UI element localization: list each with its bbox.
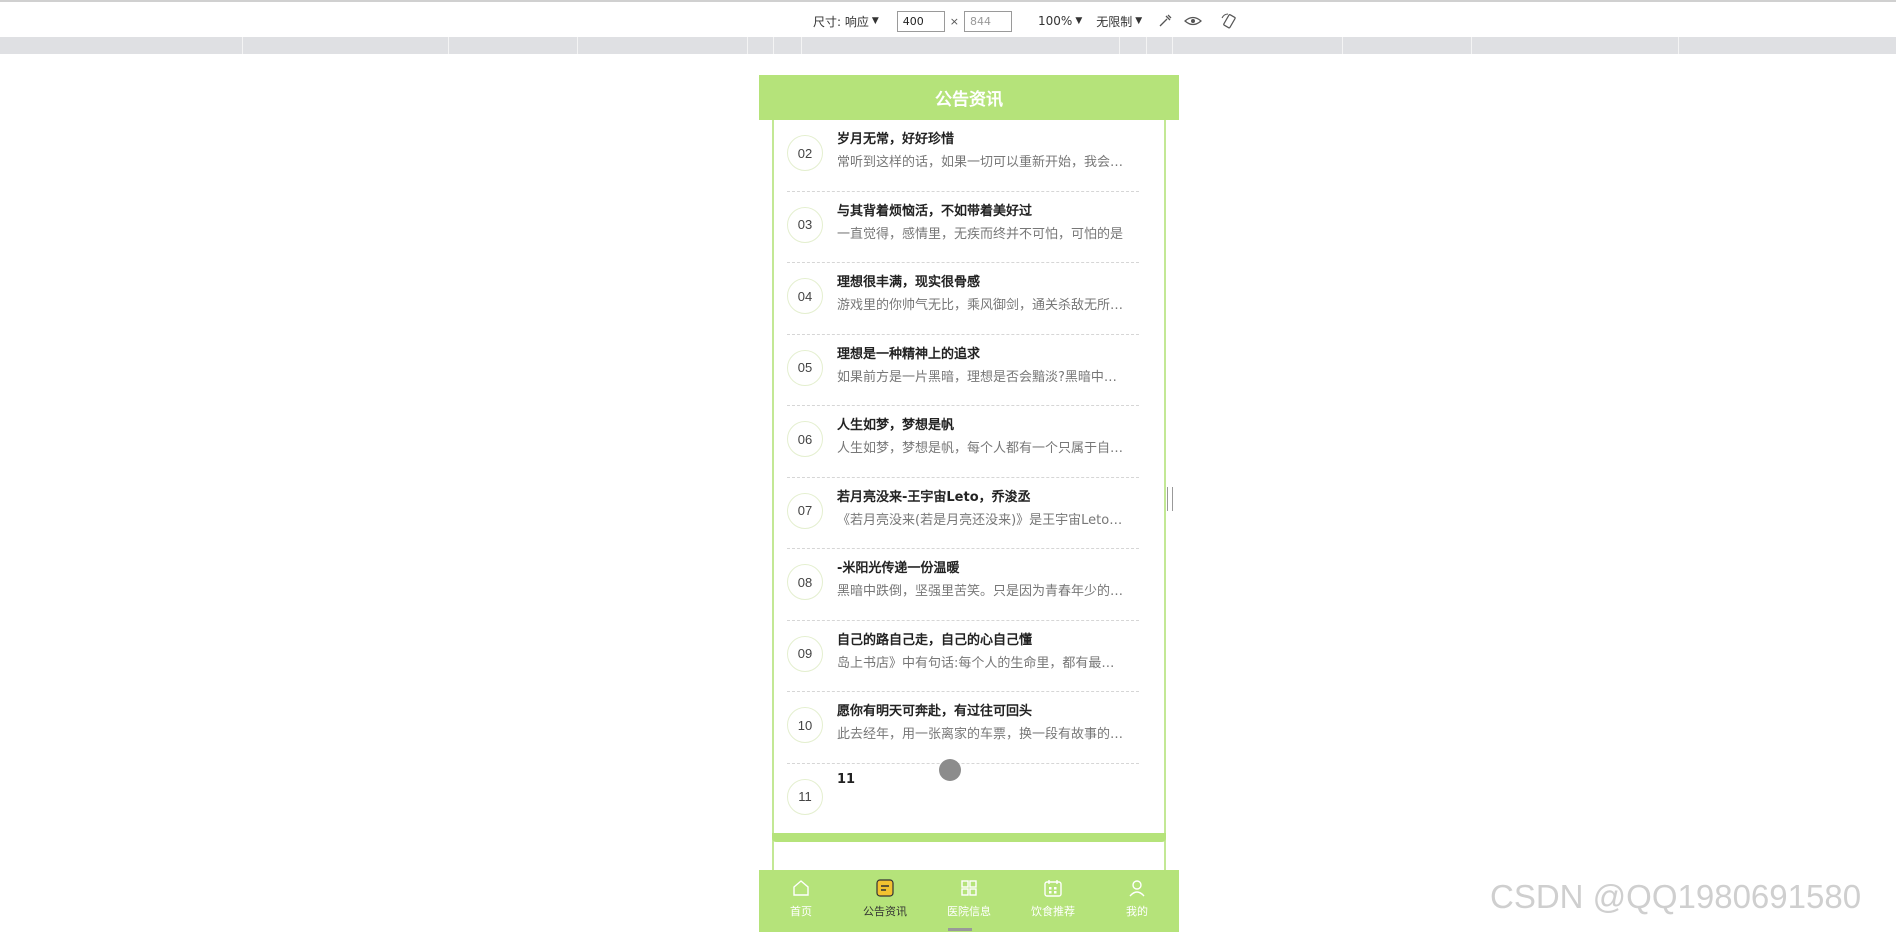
touch-cursor bbox=[939, 759, 961, 781]
list-item[interactable]: 02 岁月无常，好好珍惜常听到这样的话，如果一切可以重新开始，我会如何如何 bbox=[787, 120, 1139, 192]
home-icon bbox=[790, 877, 812, 899]
item-number: 04 bbox=[787, 278, 823, 314]
devtools-toolbar: 尺寸: 响应 ▼ × 100% ▼ 无限制 ▼ bbox=[0, 0, 1896, 37]
item-summary: 人生如梦，梦想是帆，每个人都有一个只属于自己的梦 bbox=[837, 441, 1125, 456]
item-summary: 岛上书店》中有句话:每个人的生命里，都有最艰难的一年 bbox=[837, 655, 1125, 671]
caret-down-icon: ▼ bbox=[1135, 16, 1143, 26]
item-title: 若月亮没来-王宇宙Leto，乔浚丞 bbox=[837, 489, 1031, 505]
item-summary: 此去经年，用一张离家的车票，换一段有故事的旅程 bbox=[837, 727, 1125, 742]
item-number: 09 bbox=[787, 635, 823, 672]
tab-3[interactable]: 医院信息 bbox=[927, 870, 1011, 932]
zoom-label: 100% bbox=[1038, 14, 1073, 28]
item-title: 11 bbox=[837, 771, 856, 787]
tab-5[interactable]: 我的 bbox=[1095, 870, 1179, 932]
item-summary: 《若月亮没来(若是月亮还没来)》是王宇宙Leto的歌曲 bbox=[837, 512, 1125, 528]
media-query-ruler bbox=[0, 37, 1896, 54]
item-summary: 一直觉得，感情里，无疾而终并不可怕，可怕的是 bbox=[837, 226, 1124, 242]
eyedropper-icon[interactable] bbox=[1156, 12, 1174, 30]
item-title: 自己的路自己走，自己的心自己懂 bbox=[837, 632, 1033, 648]
item-number: 02 bbox=[787, 135, 823, 171]
item-number: 10 bbox=[787, 707, 823, 743]
item-title: 理想很丰满，现实很骨感 bbox=[837, 275, 981, 290]
item-title: 愿你有明天可奔赴，有过往可回头 bbox=[837, 704, 1033, 719]
item-title: -米阳光传递一份温暖 bbox=[837, 561, 960, 576]
dimensions-dropdown[interactable]: 尺寸: 响应 ▼ bbox=[813, 13, 879, 30]
list-item[interactable]: 05 理想是一种精神上的追求如果前方是一片黑暗，理想是否会黯淡?黑暗中的理想 bbox=[787, 335, 1139, 406]
card-bottom-bar bbox=[772, 833, 1166, 842]
item-summary: 常听到这样的话，如果一切可以重新开始，我会如何如何 bbox=[837, 155, 1125, 170]
rotate-icon[interactable] bbox=[1220, 12, 1238, 30]
list-item[interactable]: 07 若月亮没来-王宇宙Leto，乔浚丞《若月亮没来(若是月亮还没来)》是王宇宙L… bbox=[787, 478, 1139, 549]
tab-1[interactable]: 首页 bbox=[759, 870, 843, 932]
item-title: 与其背着烦恼活，不如带着美好过 bbox=[837, 203, 1033, 219]
item-number: 07 bbox=[787, 492, 823, 529]
calendar-icon bbox=[1042, 877, 1064, 899]
notice-list: 02 岁月无常，好好珍惜常听到这样的话，如果一切可以重新开始，我会如何如何 03 与其… bbox=[787, 120, 1139, 835]
zoom-dropdown[interactable]: 100% ▼ bbox=[1038, 14, 1082, 28]
throttle-label: 无限制 bbox=[1096, 14, 1133, 29]
tab-label: 饮食推荐 bbox=[1031, 905, 1075, 918]
tab-label: 医院信息 bbox=[947, 905, 991, 918]
list-item[interactable]: 10 愿你有明天可奔赴，有过往可回头此去经年，用一张离家的车票，换一段有故事的旅程 bbox=[787, 692, 1139, 764]
tab-4[interactable]: 饮食推荐 bbox=[1011, 870, 1095, 932]
viewport-resize-handle[interactable] bbox=[1167, 487, 1173, 511]
caret-down-icon: ▼ bbox=[1075, 16, 1083, 26]
tab-label: 公告资讯 bbox=[863, 905, 907, 918]
item-number: 03 bbox=[787, 206, 823, 243]
times-separator: × bbox=[949, 14, 959, 28]
item-summary: 如果前方是一片黑暗，理想是否会黯淡?黑暗中的理想 bbox=[837, 369, 1125, 385]
item-number: 11 bbox=[787, 778, 823, 815]
item-title: 岁月无常，好好珍惜 bbox=[837, 132, 955, 147]
list-item[interactable]: 09 自己的路自己走，自己的心自己懂岛上书店》中有句话:每个人的生命里，都有最艰难… bbox=[787, 621, 1139, 692]
user-icon bbox=[1126, 877, 1148, 899]
item-number: 08 bbox=[787, 564, 823, 600]
list-item[interactable]: 03 与其背着烦恼活，不如带着美好过一直觉得，感情里，无疾而终并不可怕，可怕的是 bbox=[787, 192, 1139, 263]
item-title: 理想是一种精神上的追求 bbox=[837, 346, 981, 362]
tab-label: 首页 bbox=[790, 905, 812, 918]
grid-icon bbox=[958, 877, 980, 899]
item-number: 05 bbox=[787, 349, 823, 386]
item-number: 06 bbox=[787, 421, 823, 457]
bottom-tab-bar: 首页 公告资讯 医院信息 饮食推荐 我的 bbox=[759, 870, 1179, 932]
notice-icon bbox=[874, 877, 896, 899]
tab-label: 我的 bbox=[1126, 905, 1148, 918]
list-item[interactable]: 11 11 bbox=[787, 764, 1139, 835]
viewport-bottom-handle[interactable] bbox=[948, 928, 972, 931]
item-summary: 黑暗中跌倒，坚强里苦笑。只是因为青春年少的我们 bbox=[837, 584, 1125, 599]
item-summary: 游戏里的你帅气无比，乘风御剑，通关杀敌无所不能 bbox=[837, 298, 1125, 313]
page-title: 公告资讯 bbox=[759, 75, 1179, 120]
list-item[interactable]: 08 -米阳光传递一份温暖黑暗中跌倒，坚强里苦笑。只是因为青春年少的我们 bbox=[787, 549, 1139, 621]
caret-down-icon: ▼ bbox=[871, 16, 879, 26]
watermark: CSDN @QQ1980691580 bbox=[1490, 878, 1862, 915]
width-input[interactable] bbox=[896, 10, 945, 32]
dimensions-label: 尺寸: 响应 bbox=[813, 14, 869, 29]
tab-2[interactable]: 公告资讯 bbox=[843, 870, 927, 932]
height-input[interactable] bbox=[964, 10, 1012, 32]
notice-list-card: 02 岁月无常，好好珍惜常听到这样的话，如果一切可以重新开始，我会如何如何 03 与其… bbox=[772, 120, 1166, 912]
eye-icon[interactable] bbox=[1184, 12, 1203, 30]
device-viewport: 公告资讯 02 岁月无常，好好珍惜常听到这样的话，如果一切可以重新开始，我会如何如… bbox=[759, 75, 1179, 932]
throttle-dropdown[interactable]: 无限制 ▼ bbox=[1096, 13, 1142, 30]
list-item[interactable]: 04 理想很丰满，现实很骨感游戏里的你帅气无比，乘风御剑，通关杀敌无所不能 bbox=[787, 263, 1139, 335]
list-item[interactable]: 06 人生如梦，梦想是帆人生如梦，梦想是帆，每个人都有一个只属于自己的梦 bbox=[787, 406, 1139, 478]
item-title: 人生如梦，梦想是帆 bbox=[837, 418, 955, 433]
device-controls: 尺寸: 响应 ▼ × 100% ▼ 无限制 ▼ bbox=[813, 10, 1238, 32]
